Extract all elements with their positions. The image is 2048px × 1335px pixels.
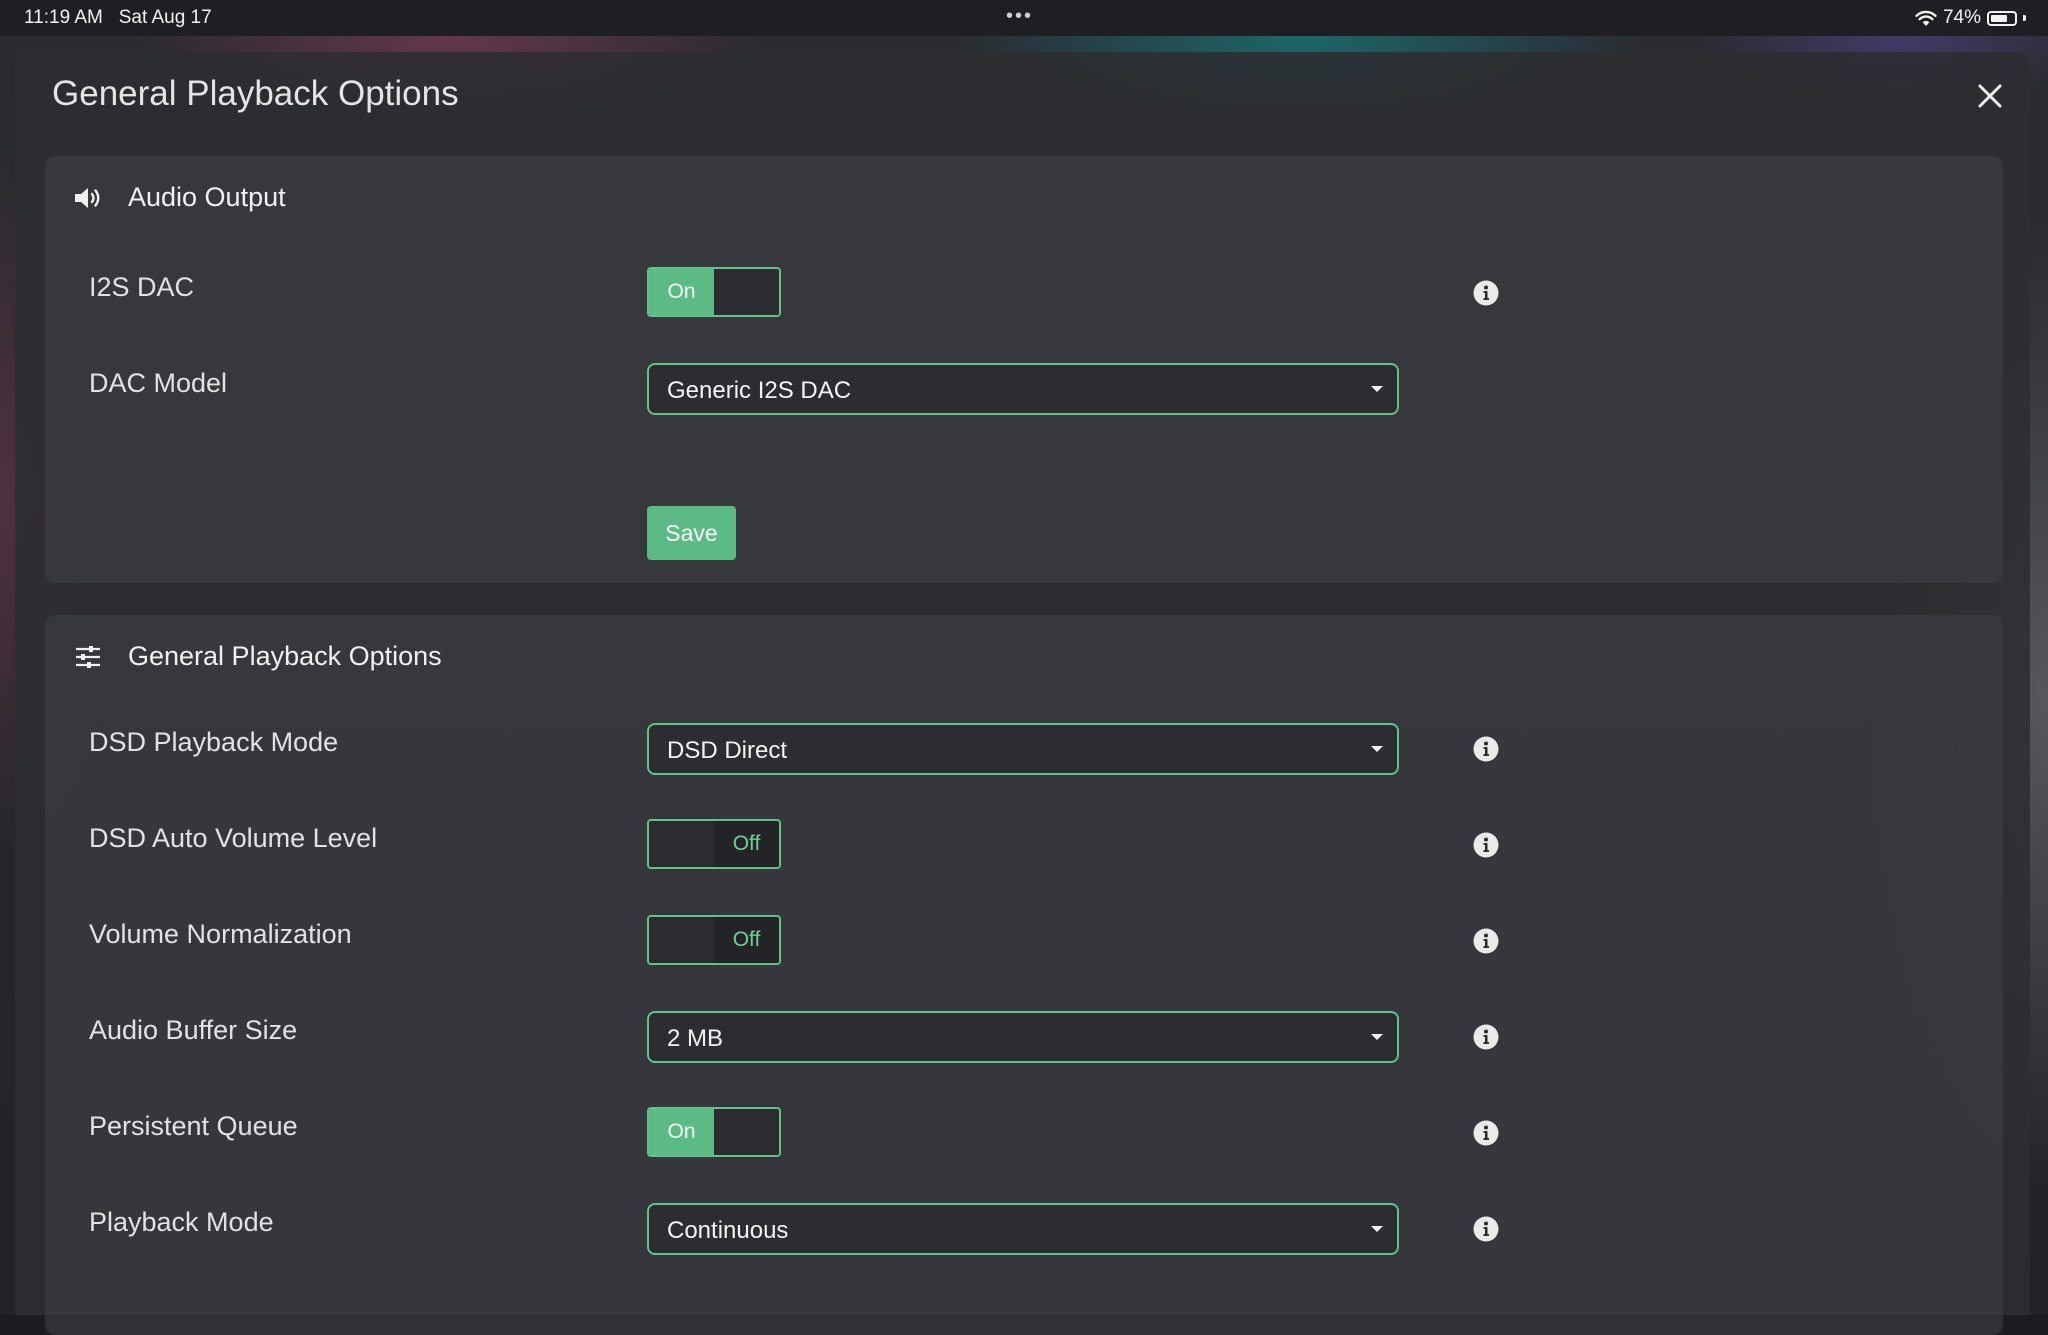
battery-percent: 74% (1942, 7, 1981, 28)
audio-output-title: Audio Output (128, 182, 286, 212)
dsd-playback-mode-info-icon[interactable] (1473, 736, 1499, 762)
dsd-auto-volume-label: DSD Auto Volume Level (89, 823, 378, 853)
audio-buffer-size-label: Audio Buffer Size (89, 1015, 298, 1045)
modal-title: General Playback Options (52, 74, 459, 113)
chevron-down-icon (1371, 1226, 1383, 1232)
i2s-dac-toggle[interactable]: On (647, 267, 781, 317)
playback-mode-label: Playback Mode (89, 1207, 274, 1237)
dsd-auto-volume-info-icon[interactable] (1473, 832, 1499, 858)
audio-output-header: Audio Output (73, 182, 286, 213)
battery-icon (1987, 10, 2017, 26)
toggle-off-label: Off (714, 917, 779, 963)
i2s-dac-label: I2S DAC (89, 272, 195, 302)
sliders-icon (73, 642, 103, 672)
wifi-icon (1915, 10, 1937, 26)
toggle-on-label: On (649, 1109, 714, 1155)
audio-buffer-size-select[interactable]: 2 MB (647, 1011, 1399, 1063)
save-button[interactable]: Save (647, 506, 736, 560)
dsd-playback-mode-value: DSD Direct (667, 737, 788, 764)
playback-mode-value: Continuous (667, 1217, 789, 1244)
status-time: 11:19 AM Sat Aug 17 (24, 7, 212, 28)
chevron-down-icon (1371, 1034, 1383, 1040)
general-playback-title: General Playback Options (128, 641, 442, 671)
dsd-playback-mode-select[interactable]: DSD Direct (647, 723, 1399, 775)
multitasking-dots-icon[interactable]: ••• (1006, 5, 1033, 28)
close-button[interactable] (1970, 76, 2010, 116)
chevron-down-icon (1371, 746, 1383, 752)
speaker-icon (73, 183, 103, 213)
volume-normalization-info-icon[interactable] (1473, 928, 1499, 954)
i2s-dac-info-icon[interactable] (1473, 280, 1499, 306)
volume-normalization-toggle[interactable]: Off (647, 915, 781, 965)
audio-buffer-size-value: 2 MB (667, 1025, 724, 1052)
toggle-knob (714, 269, 779, 315)
audio-buffer-size-info-icon[interactable] (1473, 1024, 1499, 1050)
toggle-on-label: On (649, 269, 714, 315)
toggle-knob (714, 1109, 779, 1155)
dac-model-value: Generic I2S DAC (667, 377, 852, 404)
close-icon (1978, 84, 2002, 108)
playback-options-modal: General Playback Options Audio Output I2… (15, 52, 2030, 1335)
status-indicators: 74% (1915, 7, 2026, 29)
status-bar: 11:19 AM Sat Aug 17 ••• 74% (0, 0, 2048, 36)
chevron-down-icon (1371, 386, 1383, 392)
toggle-knob (649, 821, 714, 867)
toggle-off-label: Off (714, 821, 779, 867)
dac-model-label: DAC Model (89, 368, 228, 398)
general-playback-panel: General Playback Options DSD Playback Mo… (45, 615, 2003, 1335)
playback-mode-select[interactable]: Continuous (647, 1203, 1399, 1255)
dsd-playback-mode-label: DSD Playback Mode (89, 727, 339, 757)
persistent-queue-info-icon[interactable] (1473, 1120, 1499, 1146)
general-playback-header: General Playback Options (73, 641, 442, 672)
toggle-knob (649, 917, 714, 963)
playback-mode-info-icon[interactable] (1473, 1216, 1499, 1242)
persistent-queue-label: Persistent Queue (89, 1111, 298, 1141)
audio-output-panel: Audio Output I2S DAC On DAC Model Generi… (45, 156, 2003, 583)
volume-normalization-label: Volume Normalization (89, 919, 352, 949)
battery-tip (2023, 15, 2026, 21)
persistent-queue-toggle[interactable]: On (647, 1107, 781, 1157)
dac-model-select[interactable]: Generic I2S DAC (647, 363, 1399, 415)
dsd-auto-volume-toggle[interactable]: Off (647, 819, 781, 869)
